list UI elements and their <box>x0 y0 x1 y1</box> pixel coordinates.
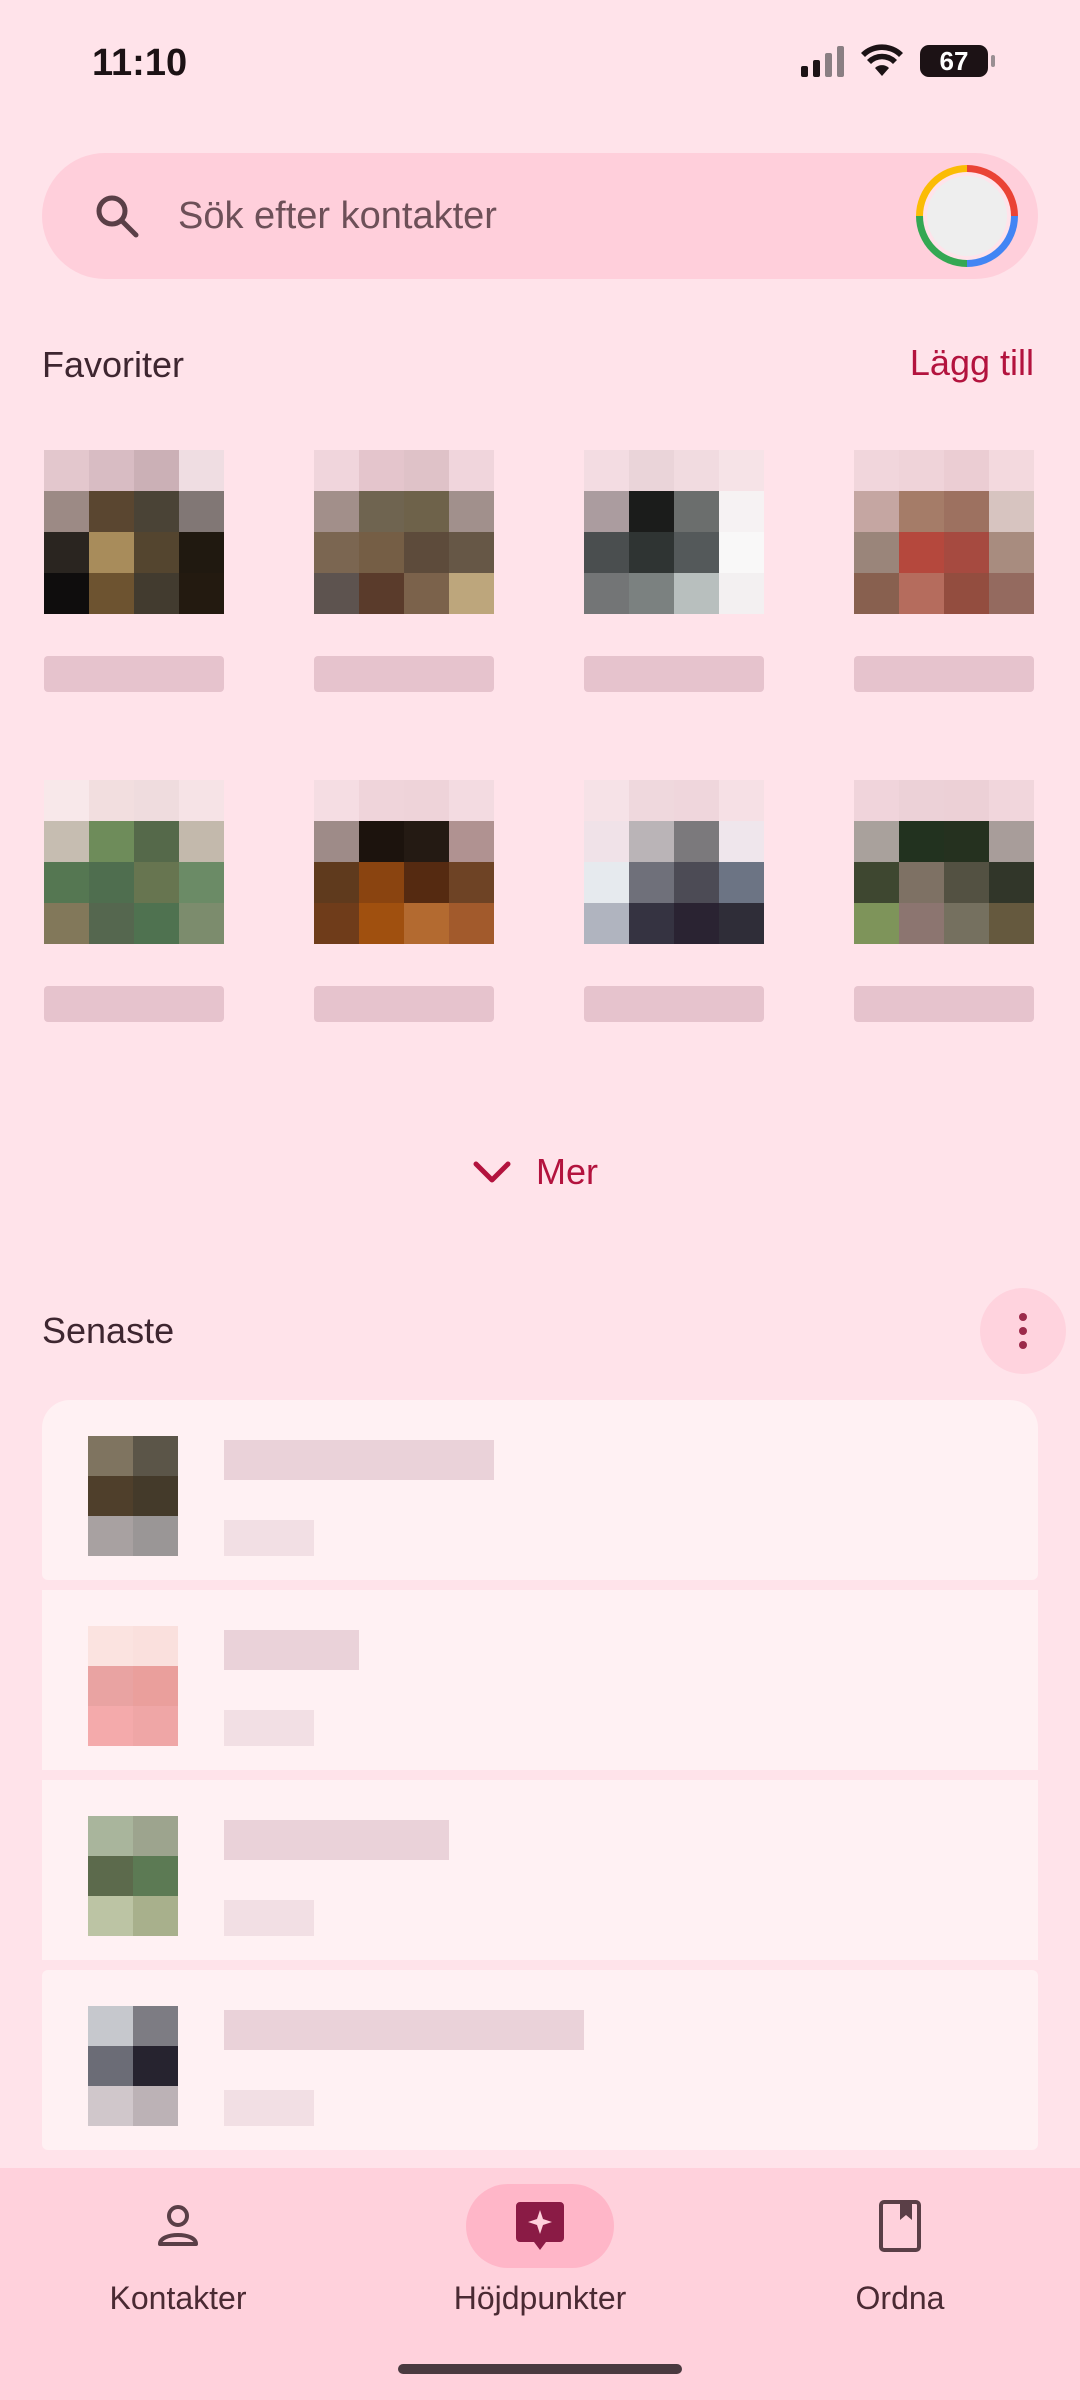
avatar <box>88 1436 178 1556</box>
status-time: 11:10 <box>92 42 188 84</box>
nav-contacts[interactable]: Kontakter <box>28 2168 328 2368</box>
contact-photo <box>314 450 494 614</box>
home-indicator[interactable] <box>398 2364 682 2374</box>
search-bar[interactable]: Sök efter kontakter <box>42 153 1038 279</box>
favorite-name <box>44 656 224 692</box>
favorite-name <box>584 986 764 1022</box>
avatar <box>88 2006 178 2126</box>
favorite-contact[interactable] <box>314 408 494 692</box>
more-vert-icon <box>1019 1313 1027 1321</box>
more-options-button[interactable] <box>980 1288 1066 1374</box>
battery-indicator: 67 <box>920 45 995 77</box>
recent-contact-detail <box>224 2090 314 2126</box>
search-icon <box>96 195 139 238</box>
status-icons: 67 <box>801 44 995 78</box>
recent-contact-name <box>224 1440 494 1480</box>
recent-contact-name <box>224 2010 584 2050</box>
contact-photo <box>44 780 224 944</box>
recent-contact-detail <box>224 1520 314 1556</box>
favorite-contact[interactable] <box>44 408 224 692</box>
wifi-icon <box>861 44 903 76</box>
favorite-name <box>584 656 764 692</box>
recent-list <box>42 1400 1038 2160</box>
nav-organize[interactable]: Ordna <box>750 2168 1050 2368</box>
search-input[interactable]: Sök efter kontakter <box>178 195 497 238</box>
account-avatar[interactable] <box>916 165 1018 267</box>
favorite-contact[interactable] <box>854 738 1034 1022</box>
bookmark-icon <box>879 2200 921 2252</box>
favorites-title: Favoriter <box>42 344 185 385</box>
recent-contact-detail <box>224 1900 314 1936</box>
status-bar: 11:10 67 <box>0 0 1080 130</box>
contact-photo <box>44 450 224 614</box>
recent-contact-detail <box>224 1710 314 1746</box>
favorite-name <box>854 986 1034 1022</box>
contact-photo <box>584 780 764 944</box>
recent-contact-row[interactable] <box>42 1970 1038 2150</box>
favorites-grid <box>44 408 1036 1022</box>
nav-highlights[interactable]: Höjdpunkter <box>390 2168 690 2368</box>
nav-highlights-label: Höjdpunkter <box>453 2280 627 2316</box>
nav-contacts-label: Kontakter <box>109 2280 247 2316</box>
recent-contact-row[interactable] <box>42 1780 1038 1960</box>
favorite-name <box>854 656 1034 692</box>
contact-photo <box>854 450 1034 614</box>
recent-title: Senaste <box>42 1310 175 1351</box>
nav-organize-label: Ordna <box>855 2280 945 2316</box>
avatar <box>88 1626 178 1746</box>
contact-photo <box>314 780 494 944</box>
avatar <box>927 176 1007 256</box>
recent-contact-name <box>224 1630 359 1670</box>
contact-photo <box>584 450 764 614</box>
signal-icon <box>801 45 844 77</box>
contact-photo <box>854 780 1034 944</box>
more-button[interactable]: Mer <box>470 1150 598 1194</box>
favorite-name <box>44 986 224 1022</box>
favorite-name <box>314 656 494 692</box>
sparkle-icon <box>516 2202 564 2250</box>
add-favorite-button[interactable]: Lägg till <box>910 342 1034 384</box>
chevron-down-icon <box>473 1161 511 1183</box>
favorite-contact[interactable] <box>44 738 224 1022</box>
favorite-contact[interactable] <box>314 738 494 1022</box>
favorite-contact[interactable] <box>854 408 1034 692</box>
person-icon <box>158 2205 198 2246</box>
favorite-name <box>314 986 494 1022</box>
recent-contact-row[interactable] <box>42 1590 1038 1770</box>
more-label: Mer <box>536 1151 598 1192</box>
favorite-contact[interactable] <box>584 738 764 1022</box>
recent-contact-row[interactable] <box>42 1400 1038 1580</box>
favorite-contact[interactable] <box>584 408 764 692</box>
recent-contact-name <box>224 1820 449 1860</box>
avatar <box>88 1816 178 1936</box>
